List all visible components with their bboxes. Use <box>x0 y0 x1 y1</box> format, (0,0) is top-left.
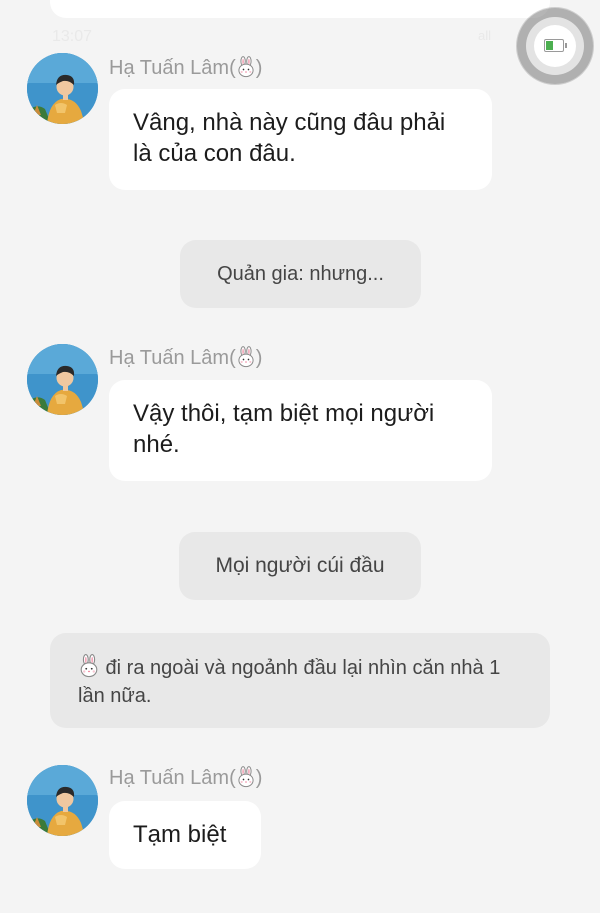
system-message: Mọi người cúi đầu <box>179 532 421 600</box>
rabbit-icon <box>236 766 256 788</box>
status-time: 13:07 <box>52 28 93 45</box>
avatar[interactable] <box>27 765 98 836</box>
avatar-icon <box>27 53 98 124</box>
system-message: Quản gia: nhưng... <box>180 240 421 308</box>
avatar-icon <box>27 765 98 836</box>
rabbit-icon <box>236 346 256 368</box>
battery-icon <box>544 39 567 52</box>
message-text: Tạm biệt <box>133 821 227 848</box>
system-message-text: Mọi người cúi đầu <box>215 554 385 577</box>
message-text: Vậy thôi, tạm biệt mọi người nhé. <box>133 400 435 458</box>
message-bubble: Vậy thôi, tạm biệt mọi người nhé. <box>109 380 492 481</box>
character-name: Hạ Tuấn Lâm() <box>109 346 263 369</box>
status-signal: all <box>478 28 492 43</box>
narration-text: đi ra ngoài và ngoảnh đầu lại nhìn căn n… <box>78 657 501 707</box>
assistive-touch-button[interactable] <box>517 8 593 84</box>
message-text: Vâng, nhà này cũng đâu phải là của con đ… <box>133 109 446 167</box>
message-bubble: Vâng, nhà này cũng đâu phải là của con đ… <box>109 89 492 190</box>
character-name: Hạ Tuấn Lâm() <box>109 56 263 79</box>
avatar[interactable] <box>27 53 98 124</box>
character-name: Hạ Tuấn Lâm() <box>109 766 263 789</box>
avatar-icon <box>27 344 98 415</box>
previous-message-bubble <box>50 0 550 18</box>
rabbit-icon <box>78 654 100 678</box>
message-bubble: Tạm biệt <box>109 801 261 869</box>
narration-message: đi ra ngoài và ngoảnh đầu lại nhìn căn n… <box>50 633 550 728</box>
system-message-text: Quản gia: nhưng... <box>217 263 384 285</box>
avatar[interactable] <box>27 344 98 415</box>
rabbit-icon <box>236 56 256 78</box>
